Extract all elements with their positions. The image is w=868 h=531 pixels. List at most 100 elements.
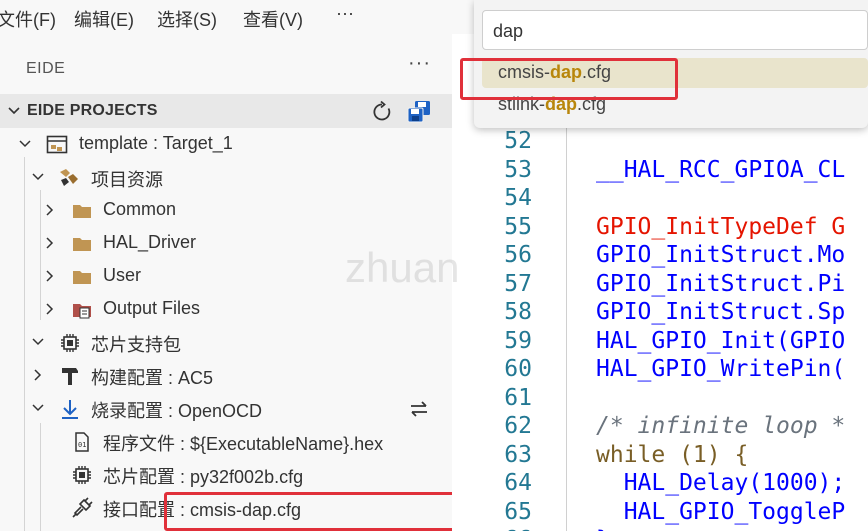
project-icon — [46, 135, 68, 154]
code-text: /* infinite loop * — [596, 413, 846, 439]
tree-item-common[interactable]: Common — [0, 194, 452, 227]
eide-sidebar: EIDE ··· EIDE PROJECTS template : Target… — [0, 34, 456, 531]
plug-icon — [72, 497, 93, 518]
folder-icon — [73, 238, 91, 251]
section-header-eide-projects[interactable]: EIDE PROJECTS — [0, 94, 452, 128]
line-number: 65 — [504, 498, 532, 525]
chevron-right-icon — [46, 303, 54, 315]
code-line: 59 HAL_GPIO_Init(GPIO — [452, 328, 868, 357]
code-line: 53 __HAL_RCC_GPIOA_CL — [452, 157, 868, 186]
tree-item-chip-config[interactable]: 芯片配置 : py32f002b.cfg — [0, 458, 452, 491]
chevron-down-icon — [32, 404, 44, 412]
menu-edit[interactable]: 编辑(E) — [74, 6, 134, 32]
chevron-right-icon — [46, 204, 54, 216]
code-line: 64 HAL_Delay(1000); — [452, 470, 868, 499]
svg-text:01: 01 — [78, 441, 86, 449]
line-number: 57 — [504, 270, 532, 297]
line-number: 53 — [504, 156, 532, 183]
folder-icon — [73, 205, 91, 218]
quick-open-input[interactable]: dap — [482, 10, 868, 50]
highlight-box-cmsis-dap — [460, 58, 678, 100]
chevron-down-icon — [32, 338, 44, 346]
chevron-right-icon — [46, 270, 54, 282]
tree-item-label: 芯片支持包 — [91, 335, 181, 355]
tree-item-hal-driver[interactable]: HAL_Driver — [0, 227, 452, 260]
line-number: 52 — [504, 128, 532, 154]
tree-item-label: 烧录配置 : OpenOCD — [91, 401, 263, 421]
line-number: 61 — [504, 384, 532, 411]
refresh-icon[interactable] — [370, 100, 394, 124]
tree-item-user[interactable]: User — [0, 260, 452, 293]
code-line: 58 GPIO_InitStruct.Sp — [452, 299, 868, 328]
tree-item-label: Output Files — [103, 298, 201, 318]
code-line: 57 GPIO_InitStruct.Pi — [452, 271, 868, 300]
code-line: 55 GPIO_InitTypeDef G — [452, 214, 868, 243]
chevron-right-icon — [34, 369, 42, 381]
tree-item-label: User — [103, 265, 142, 285]
binary-file-icon: 01 — [75, 432, 89, 452]
tree-item-label: 芯片配置 : py32f002b.cfg — [103, 467, 304, 487]
code-line: 65 HAL_GPIO_ToggleP — [452, 499, 868, 528]
tree-item-project[interactable]: template : Target_1 — [0, 128, 452, 161]
tree-item-program-file[interactable]: 01 程序文件 : ${ExecutableName}.hex — [0, 425, 452, 458]
highlight-box-interface-config — [164, 492, 456, 531]
code-line: 61 — [452, 385, 868, 414]
code-text: GPIO_InitStruct.Pi — [596, 270, 846, 297]
code-text: GPIO_InitStruct.Mo — [596, 242, 846, 268]
code-text: HAL_GPIO_ToggleP — [596, 498, 846, 525]
menu-select[interactable]: 选择(S) — [157, 6, 217, 32]
tree-item-label: Common — [103, 199, 177, 219]
line-number: 64 — [504, 470, 532, 496]
line-number: 59 — [504, 327, 532, 354]
code-line: 66} — [452, 527, 868, 531]
code-text: HAL_GPIO_WritePin( — [596, 356, 846, 382]
line-number: 66 — [472, 527, 532, 531]
line-number: 58 — [504, 299, 532, 325]
tree-item-label: HAL_Driver — [103, 232, 197, 252]
tree-item-build-config[interactable]: 构建配置 : AC5 — [0, 359, 452, 392]
hammer-icon — [62, 368, 78, 385]
chip-icon — [73, 466, 91, 484]
folder-icon — [73, 271, 91, 284]
chevron-right-icon — [46, 237, 54, 249]
quick-open-query: dap — [493, 21, 524, 41]
code-line: 52 — [452, 128, 868, 157]
switch-icon[interactable] — [408, 398, 430, 420]
tree-item-label: template : Target_1 — [79, 133, 233, 153]
sidebar-title: EIDE — [26, 60, 66, 77]
tree-item-label: 构建配置 : AC5 — [91, 368, 214, 388]
code-line: 62 /* infinite loop * — [452, 413, 868, 442]
chip-icon — [61, 334, 79, 352]
code-line: 54 — [452, 185, 868, 214]
tree-item-label: 项目资源 — [91, 170, 163, 190]
download-icon — [62, 400, 78, 419]
line-number: 55 — [504, 213, 532, 240]
chevron-down-icon — [8, 107, 20, 115]
tree-item-flash-config[interactable]: 烧录配置 : OpenOCD — [0, 392, 452, 425]
code-text: HAL_GPIO_Init(GPIO — [596, 327, 846, 354]
resources-icon — [60, 169, 78, 186]
code-line: 63 while (1) { — [452, 442, 868, 471]
line-number: 56 — [504, 242, 532, 268]
tree-item-label: 程序文件 : ${ExecutableName}.hex — [103, 434, 384, 454]
tree-item-resources[interactable]: 项目资源 — [0, 161, 452, 194]
line-number: 63 — [504, 441, 532, 468]
chevron-down-icon — [19, 140, 31, 148]
code-text: while (1) { — [596, 441, 749, 468]
sidebar-more-button[interactable]: ··· — [408, 52, 431, 75]
line-number: 60 — [504, 356, 532, 382]
code-line: 56 GPIO_InitStruct.Mo — [452, 242, 868, 271]
code-text: GPIO_InitStruct.Sp — [596, 299, 846, 325]
line-number: 54 — [504, 185, 532, 211]
save-all-icon[interactable] — [406, 100, 432, 124]
code-text: HAL_Delay(1000); — [596, 470, 846, 496]
tree-item-chip-pack[interactable]: 芯片支持包 — [0, 326, 452, 359]
menu-view[interactable]: 查看(V) — [243, 6, 303, 32]
menu-more-button[interactable]: ··· — [336, 3, 354, 24]
output-folder-icon — [73, 304, 91, 319]
code-line: 60 HAL_GPIO_WritePin( — [452, 356, 868, 385]
menu-file[interactable]: 文件(F) — [0, 6, 56, 32]
code-text: __HAL_RCC_GPIOA_CL — [596, 156, 846, 183]
code-text: GPIO_InitTypeDef G — [596, 213, 846, 240]
tree-item-output-files[interactable]: Output Files — [0, 293, 452, 326]
